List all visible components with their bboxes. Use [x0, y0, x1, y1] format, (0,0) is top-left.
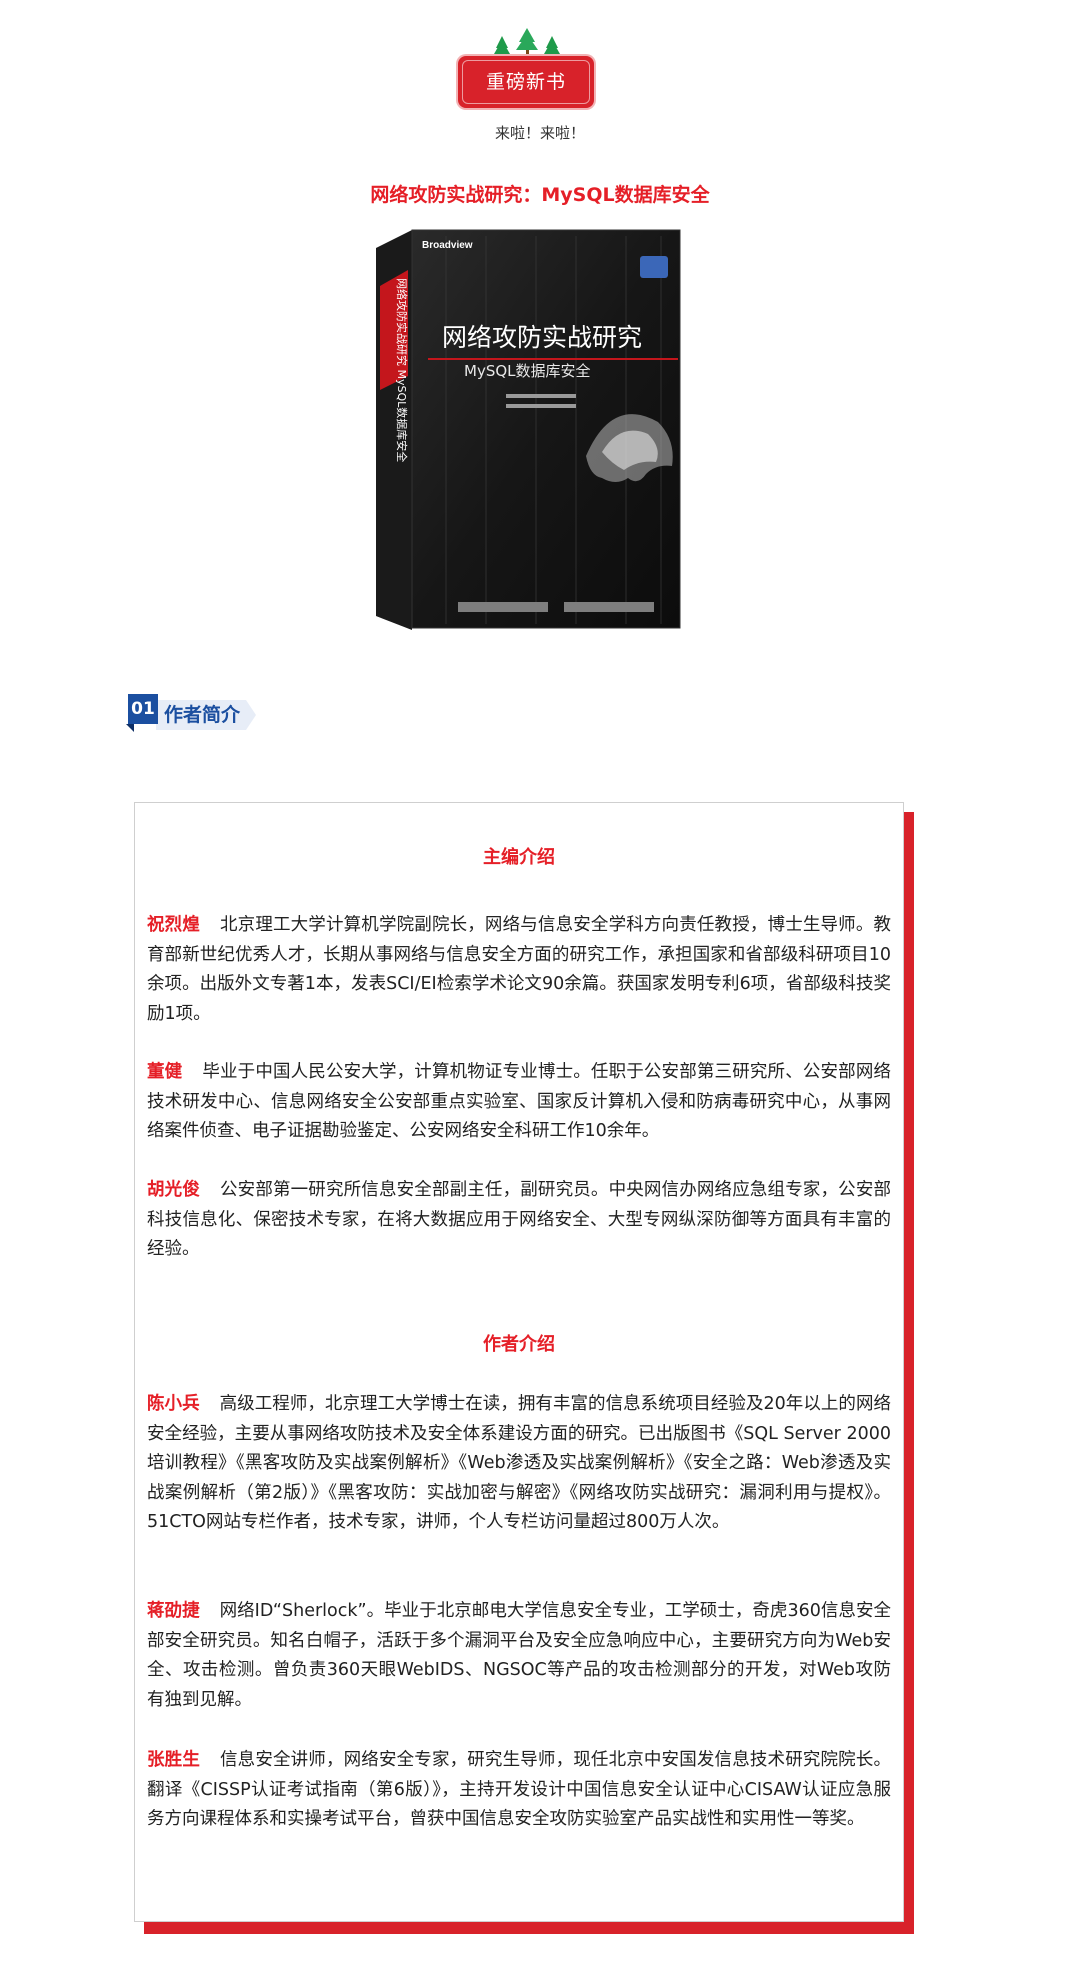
section-header: 01 作者简介 [126, 694, 276, 734]
cover-subtitle: MySQL数据库安全 [464, 362, 591, 380]
editor-name: 胡光俊 [147, 1180, 200, 1200]
section-corner [126, 724, 134, 732]
cover-title: 网络攻防实战研究 [442, 323, 642, 352]
editors-heading: 主编介绍 [483, 847, 555, 868]
author-name: 陈小兵 [147, 1394, 200, 1414]
section-number: 01 [128, 694, 158, 724]
publisher-logo: Broadview [422, 240, 473, 251]
author-bio: 网络ID“Sherlock”。毕业于北京邮电大学信息安全专业，工学硕士，奇虎36… [147, 1601, 891, 1710]
editor-bio-2: 董健 毕业于中国人民公安大学，计算机物证专业博士。任职于公安部第三研究所、公安部网… [147, 1058, 891, 1147]
book-title: 网络攻防实战研究：MySQL数据库安全 [370, 184, 710, 206]
editor-bio: 毕业于中国人民公安大学，计算机物证专业博士。任职于公安部第三研究所、公安部网络技… [147, 1062, 892, 1141]
subtitle: 来啦！来啦！ [494, 124, 585, 142]
editor-bio: 公安部第一研究所信息安全部副主任，副研究员。中央网信办网络应急组专家，公安部科技… [147, 1180, 892, 1259]
author-bio: 高级工程师，北京理工大学博士在读，拥有丰富的信息系统项目经验及20年以上的网络安… [147, 1394, 892, 1532]
editor-name: 祝烈煌 [147, 915, 200, 935]
editor-bio-3: 胡光俊 公安部第一研究所信息安全部副主任，副研究员。中央网信办网络应急组专家，公安… [147, 1176, 891, 1265]
authors-heading: 作者介绍 [483, 1334, 555, 1355]
new-book-badge: 重磅新书 [458, 28, 594, 110]
author-bio-2: 蒋劭捷 网络ID“Sherlock”。毕业于北京邮电大学信息安全专业，工学硕士，奇… [147, 1597, 891, 1715]
author-bio-3: 张胜生 信息安全讲师，网络安全专家，研究生导师，现任北京中安国发信息技术研究院院长… [147, 1746, 891, 1835]
editor-name: 董健 [147, 1062, 183, 1082]
author-bio-1: 陈小兵 高级工程师，北京理工大学博士在读，拥有丰富的信息系统项目经验及20年以上的… [147, 1390, 891, 1538]
author-bio: 信息安全讲师，网络安全专家，研究生导师，现任北京中安国发信息技术研究院院长。翻译… [147, 1750, 892, 1829]
author-name: 蒋劭捷 [147, 1601, 200, 1621]
editor-bio-1: 祝烈煌 北京理工大学计算机学院副院长，网络与信息安全学科方向责任教授，博士生导师。… [147, 911, 891, 1029]
section-label: 作者简介 [164, 704, 241, 726]
author-card: 主编介绍 祝烈煌 北京理工大学计算机学院副院长，网络与信息安全学科方向责任教授，博… [134, 802, 904, 1922]
author-name: 张胜生 [147, 1750, 200, 1770]
book-cover-image: Broadview 网络攻防实战研究 MySQL数据库安全 网络攻防实战研究 M… [376, 229, 681, 630]
editor-bio: 北京理工大学计算机学院副院长，网络与信息安全学科方向责任教授，博士生导师。教育部… [147, 915, 892, 1024]
spine-text: 网络攻防实战研究 MySQL数据库安全 [395, 278, 409, 462]
badge-label: 重磅新书 [458, 56, 594, 108]
